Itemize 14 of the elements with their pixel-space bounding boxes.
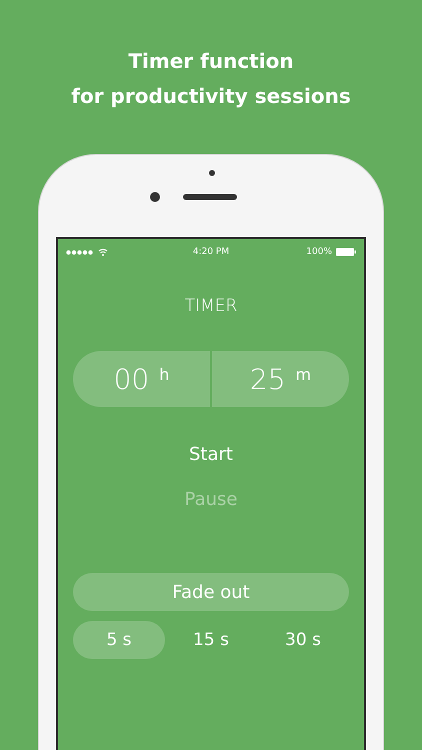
screen-title: TIMER bbox=[184, 296, 238, 316]
headline-text: for productivity sessions bbox=[71, 83, 351, 110]
status-time: 4:20 PM bbox=[192, 247, 230, 257]
fade-option[interactable]: 5 s bbox=[73, 621, 165, 659]
duration-unit: h bbox=[159, 364, 170, 384]
fade-option[interactable]: 15 s bbox=[165, 621, 257, 659]
battery-percent: 100% bbox=[306, 247, 332, 257]
duration-value[interactable]: 00 bbox=[114, 362, 150, 396]
action-button[interactable]: Start bbox=[189, 444, 233, 465]
duration-unit: m bbox=[296, 364, 312, 384]
fade-option[interactable]: 30 s bbox=[257, 621, 349, 659]
headline-text: Timer function bbox=[128, 48, 294, 75]
duration-value[interactable]: 25 bbox=[250, 362, 286, 396]
fade-out-button[interactable]: Fade out bbox=[73, 573, 349, 611]
